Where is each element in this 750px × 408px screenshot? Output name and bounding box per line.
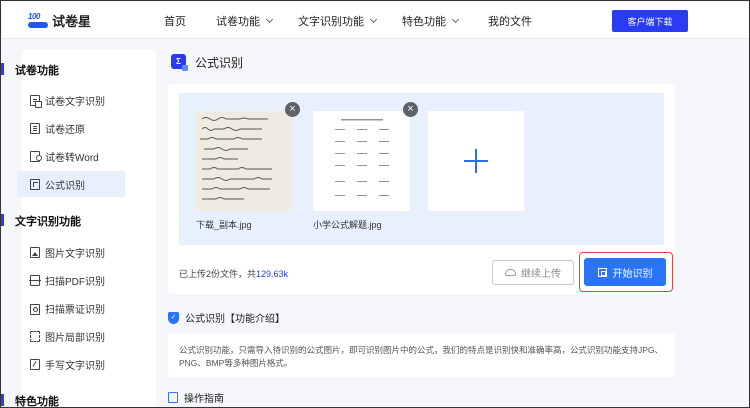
formula-title-icon: Σ bbox=[171, 54, 188, 71]
logo[interactable]: 100 试卷星 bbox=[28, 11, 91, 30]
image-partial-icon bbox=[30, 330, 40, 342]
remove-file-2-icon[interactable]: × bbox=[403, 102, 418, 117]
document-text-icon bbox=[30, 94, 42, 108]
formula-sheet-image bbox=[335, 119, 389, 196]
cloud-upload-icon bbox=[505, 269, 516, 276]
logo-text: 试卷星 bbox=[52, 14, 92, 29]
chevron-down-icon bbox=[451, 15, 460, 23]
main-nav: 首页 试卷功能 文字识别功能 特色功能 我的文件 bbox=[164, 2, 532, 39]
continue-upload-button[interactable]: 继续上传 bbox=[492, 260, 574, 285]
sidebar-item-scan-pdf-ocr[interactable]: 扫描PDF识别 bbox=[17, 267, 125, 293]
intro-heading: ✓ 公式识别【功能介绍】 bbox=[168, 310, 285, 325]
file-thumbnail-formula-sheet[interactable] bbox=[313, 111, 410, 211]
page-title: 公式识别 bbox=[195, 56, 244, 70]
sidebar-group-paper: 试卷功能 bbox=[1, 62, 59, 78]
word-convert-icon bbox=[30, 150, 42, 162]
image-text-icon bbox=[30, 246, 40, 258]
nav-paper-features[interactable]: 试卷功能 bbox=[216, 13, 274, 29]
sidebar-item-formula-ocr[interactable]: 公式识别 bbox=[17, 171, 125, 197]
shield-icon: ✓ bbox=[168, 311, 179, 324]
scan-icon bbox=[597, 267, 607, 277]
chevron-down-icon bbox=[265, 15, 274, 23]
handwriting-icon bbox=[30, 358, 40, 370]
guide-heading: 操作指南 bbox=[168, 390, 224, 405]
ticket-card-icon bbox=[30, 303, 40, 315]
handwritten-formula-image bbox=[196, 111, 292, 211]
sidebar-item-paper-text-ocr[interactable]: 试卷文字识别 bbox=[17, 87, 125, 113]
upload-total-size: 129.63k bbox=[256, 269, 289, 279]
sidebar-item-paper-to-word[interactable]: 试卷转Word bbox=[17, 143, 125, 169]
file-thumbnail-handwritten[interactable] bbox=[196, 111, 292, 211]
upload-status: 已上传2份文件，共129.63k bbox=[179, 269, 289, 279]
nav-home[interactable]: 首页 bbox=[164, 13, 186, 29]
app-frame: 100 试卷星 首页 试卷功能 文字识别功能 特色功能 我的文件 客户端下载 试… bbox=[0, 0, 750, 408]
intro-description: 公式识别功能，只需导入待识别的公式图片，即可识别图片中的公式，我们的特点是识别快… bbox=[179, 345, 664, 368]
sidebar-item-paper-restore[interactable]: 试卷还原 bbox=[17, 115, 125, 141]
client-download-button[interactable]: 客户端下载 bbox=[612, 10, 688, 32]
add-file-button[interactable] bbox=[428, 111, 524, 211]
sidebar-group-ocr: 文字识别功能 bbox=[1, 213, 81, 229]
logo-badge: 100 bbox=[28, 11, 40, 21]
formula-icon bbox=[30, 178, 40, 190]
top-header: 100 试卷星 首页 试卷功能 文字识别功能 特色功能 我的文件 客户端下载 bbox=[2, 2, 749, 39]
logo-icon: 100 bbox=[28, 12, 48, 30]
sidebar-item-image-partial-ocr[interactable]: 图片局部识别 bbox=[17, 323, 125, 349]
guide-book-icon bbox=[168, 392, 178, 403]
document-restore-icon bbox=[30, 122, 40, 134]
nav-special-features[interactable]: 特色功能 bbox=[402, 13, 460, 29]
sidebar-group-special: 特色功能 bbox=[1, 393, 59, 407]
chevron-down-icon bbox=[369, 15, 378, 23]
nav-ocr-features[interactable]: 文字识别功能 bbox=[298, 13, 378, 29]
start-recognition-button[interactable]: 开始识别 bbox=[584, 258, 666, 286]
sidebar-item-handwriting-ocr[interactable]: 手写文字识别 bbox=[17, 351, 125, 377]
sidebar-item-ticket-ocr[interactable]: 扫描票证识别 bbox=[17, 295, 125, 321]
sidebar-item-image-text-ocr[interactable]: 图片文字识别 bbox=[17, 239, 125, 265]
nav-my-files[interactable]: 我的文件 bbox=[488, 13, 532, 29]
file-name-1: 下载_副本.jpg bbox=[196, 220, 252, 230]
remove-file-1-icon[interactable]: × bbox=[285, 102, 300, 117]
file-name-2: 小学公式解题.jpg bbox=[313, 220, 382, 230]
scan-pdf-icon bbox=[29, 274, 41, 286]
